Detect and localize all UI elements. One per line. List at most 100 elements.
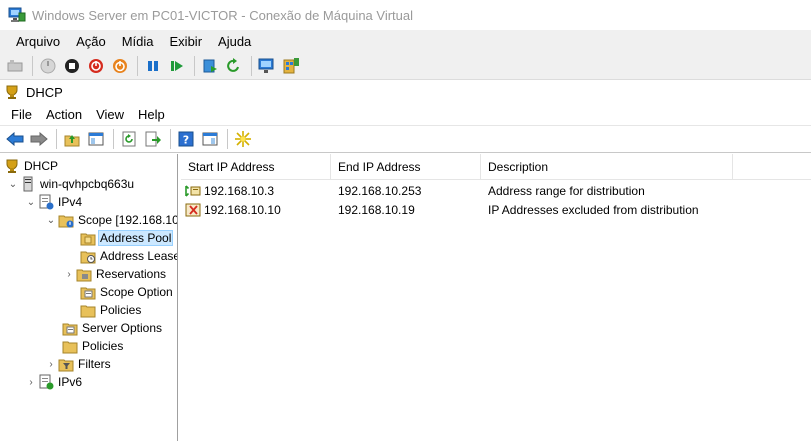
policies-folder-icon [62,341,78,354]
window-title: Windows Server em PC01-VICTOR - Conexão … [32,7,414,23]
checkpoint-icon[interactable] [199,55,221,77]
ipv4-icon [39,194,54,210]
toolbar-separator [170,129,171,149]
toolbar-separator [194,55,195,76]
start-ip-text: 192.168.10.3 [204,183,275,198]
chevron-right-icon[interactable]: › [44,357,58,371]
start-icon[interactable] [37,55,59,77]
revert-icon[interactable] [223,55,245,77]
tree-item-scope[interactable]: ⌄ Scope [192.168.10 [44,211,177,229]
shut-down-icon[interactable] [85,55,107,77]
address-range-icon [185,184,201,197]
tree-label: Filters [78,357,111,371]
description-cell: Address range for distribution [488,183,645,198]
ctrl-alt-del-icon[interactable] [4,55,26,77]
address-pool-list: Start IP Address End IP Address Descript… [181,154,811,441]
dhcp-icon [6,159,18,173]
column-start-ip[interactable]: Start IP Address [181,154,331,180]
toolbar-separator [113,129,114,149]
server-options-icon [62,323,78,336]
tree-item-address-pool[interactable]: Address Pool [80,229,174,247]
toolbar-separator [251,55,252,76]
tree-label: Address Pool [97,230,174,246]
tree-item-scope-policies[interactable]: Policies [80,301,142,319]
tree-label: Policies [100,303,142,317]
resume-icon[interactable] [166,55,188,77]
toolbar-separator [227,129,228,149]
menu-arquivo[interactable]: Arquivo [8,34,68,49]
table-row[interactable]: 192.168.10.3 192.168.10.253 Address rang… [181,181,811,200]
show-hide-action-pane-icon[interactable] [199,128,221,150]
tree-label: Server Options [82,321,163,335]
tree-item-ipv4[interactable]: ⌄ IPv4 [24,193,83,211]
toolbar-separator [56,129,57,149]
turn-off-icon[interactable] [61,55,83,77]
tree-item-filters[interactable]: › Filters [44,355,112,373]
menu-ajuda[interactable]: Ajuda [210,34,259,49]
tree-item-server-options[interactable]: Server Options [62,319,163,337]
mmc-menubar: File Action View Help [0,103,811,125]
forward-icon[interactable] [28,128,50,150]
reservations-icon [76,269,92,282]
menu-action[interactable]: Action [39,107,89,122]
dhcp-icon [6,85,18,99]
menu-file[interactable]: File [4,107,39,122]
start-ip-text: 192.168.10.10 [204,202,281,217]
console-tree: DHCP ⌄ win-qvhpcbq663u ⌄ IPv4 ⌄ Scope [1… [0,154,178,441]
chevron-down-icon[interactable]: ⌄ [6,177,20,191]
menu-acao[interactable]: Ação [68,34,114,49]
chevron-right-icon[interactable]: › [62,267,76,281]
enhanced-session-icon[interactable] [256,55,278,77]
menu-midia[interactable]: Mídia [114,34,162,49]
tree-item-policies[interactable]: Policies [62,337,124,355]
svg-text:?: ? [183,134,189,147]
tree-label: Policies [82,339,124,353]
menu-view[interactable]: View [89,107,131,122]
tree-label: Reservations [96,267,167,281]
export-list-icon[interactable] [142,128,164,150]
vm-connection-icon [8,7,26,22]
tree-label: IPv6 [58,375,83,389]
chevron-down-icon[interactable]: ⌄ [44,213,58,227]
toolbar-separator [137,55,138,76]
address-leases-icon [80,251,96,264]
column-end-ip[interactable]: End IP Address [331,154,481,180]
window-titlebar: Windows Server em PC01-VICTOR - Conexão … [0,0,811,30]
policies-folder-icon [80,305,96,318]
new-item-icon[interactable] [232,128,254,150]
tree-label: DHCP [24,159,59,173]
save-state-icon[interactable] [109,55,131,77]
scope-folder-icon [58,215,74,228]
start-ip-cell: 192.168.10.10 [185,200,281,219]
filters-icon [58,359,74,372]
tree-item-address-leases[interactable]: Address Lease [80,247,178,265]
chevron-right-icon[interactable]: › [24,375,38,389]
list-header: Start IP Address End IP Address Descript… [181,154,811,180]
toolbar-separator [32,55,33,76]
show-hide-tree-icon[interactable] [85,128,107,150]
help-icon[interactable]: ? [175,128,197,150]
zoom-icon[interactable] [280,55,302,77]
refresh-icon[interactable] [118,128,140,150]
up-level-icon[interactable] [61,128,83,150]
vm-toolbar [0,52,811,80]
tree-label: Address Lease [100,249,178,263]
tree-item-server[interactable]: ⌄ win-qvhpcbq663u [6,175,135,193]
table-row[interactable]: 192.168.10.10 192.168.10.19 IP Addresses… [181,200,811,219]
mmc-titlebar: DHCP [0,81,811,103]
tree-item-dhcp[interactable]: DHCP [4,157,59,175]
mmc-title: DHCP [26,84,63,100]
pause-icon[interactable] [142,55,164,77]
tree-item-ipv6[interactable]: › IPv6 [24,373,83,391]
column-description[interactable]: Description [481,154,733,180]
tree-label: IPv4 [58,195,83,209]
tree-item-reservations[interactable]: › Reservations [62,265,167,283]
chevron-down-icon[interactable]: ⌄ [24,195,38,209]
back-icon[interactable] [4,128,26,150]
tree-item-scope-options[interactable]: Scope Option [80,283,174,301]
server-icon [23,176,33,192]
menu-exibir[interactable]: Exibir [162,34,211,49]
menu-help[interactable]: Help [131,107,172,122]
description-cell: IP Addresses excluded from distribution [488,202,699,217]
ipv6-icon [39,374,54,390]
